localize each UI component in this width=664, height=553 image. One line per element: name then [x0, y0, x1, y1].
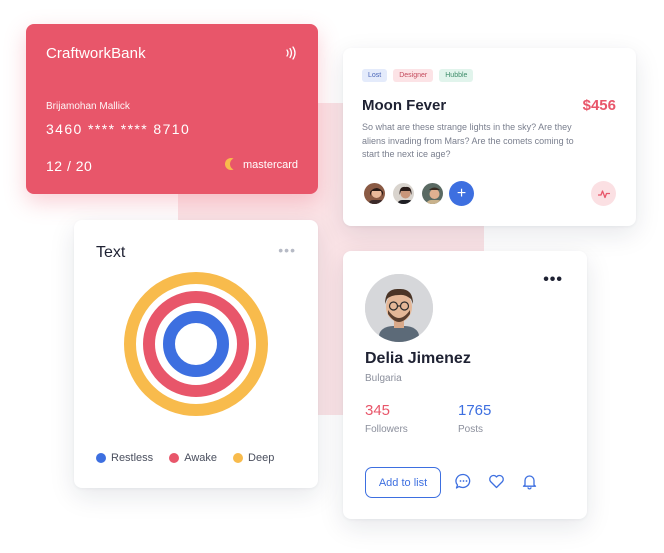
profile-country: Bulgaria — [365, 373, 402, 384]
card-expiry: 12 / 20 — [46, 158, 93, 174]
member-avatar[interactable] — [362, 181, 387, 206]
card-holder-name: Brijamohan Mallick — [46, 101, 130, 112]
price: $456 — [582, 97, 616, 114]
chart-legend: Restless Awake Deep — [96, 452, 274, 464]
stat-label: Posts — [458, 424, 484, 435]
legend-item-deep: Deep — [233, 452, 274, 464]
card-network: mastercard — [225, 158, 298, 172]
stat-followers: 345 Followers — [365, 402, 408, 435]
card-network-label: mastercard — [243, 159, 299, 171]
ring-restless — [163, 311, 229, 377]
tag-lost[interactable]: Lost — [362, 69, 388, 82]
add-member-button[interactable]: + — [449, 181, 474, 206]
profile-card: ••• Delia Jimenez Bulgaria 345 Followers… — [343, 251, 587, 519]
plus-icon: + — [456, 185, 467, 202]
legend-dot — [96, 453, 106, 463]
legend-dot — [233, 453, 244, 463]
bell-icon[interactable] — [521, 473, 538, 490]
bank-name: CraftworkBank — [46, 45, 146, 62]
profile-name: Delia Jimenez — [365, 350, 471, 367]
more-dots-icon[interactable]: ••• — [543, 271, 563, 289]
tag-designer[interactable]: Designer — [393, 69, 434, 82]
legend-dot — [169, 453, 180, 463]
member-avatars: + — [362, 181, 474, 206]
stat-posts: 1765 Posts — [458, 402, 491, 435]
concentric-rings-chart — [124, 272, 268, 416]
pulse-icon — [597, 189, 610, 198]
more-dots-icon[interactable]: ••• — [278, 242, 296, 258]
mastercard-logo-icon — [225, 158, 242, 172]
tag-list: Lost Designer Hubble — [362, 69, 474, 82]
avatar[interactable] — [365, 274, 433, 342]
member-avatar[interactable] — [391, 181, 416, 206]
rings-chart-card: Text ••• Restless Awake Deep — [74, 220, 318, 488]
stat-label: Followers — [365, 424, 408, 435]
chat-icon[interactable] — [455, 473, 472, 490]
legend-item-awake: Awake — [169, 452, 217, 464]
heart-icon[interactable] — [488, 473, 505, 490]
card-title: Text — [96, 244, 126, 261]
tag-hubble[interactable]: Hubble — [439, 69, 474, 82]
card-description: So what are these strange lights in the … — [362, 122, 574, 159]
moon-fever-card: Lost Designer Hubble Moon Fever $456 So … — [343, 48, 636, 226]
legend-label: Restless — [111, 452, 154, 464]
legend-label: Awake — [184, 452, 218, 464]
legend-label: Deep — [248, 452, 275, 464]
member-avatar[interactable] — [420, 181, 445, 206]
stat-value: 1765 — [458, 402, 492, 419]
bank-card[interactable]: CraftworkBank Brijamohan Mallick 3460 **… — [26, 24, 318, 194]
stat-value: 345 — [365, 402, 391, 419]
card-number: 3460 **** **** 8710 — [46, 121, 191, 137]
add-to-list-button[interactable]: Add to list — [365, 467, 441, 498]
legend-item-restless: Restless — [96, 452, 153, 464]
card-title: Moon Fever — [362, 97, 447, 114]
contactless-icon — [286, 46, 296, 60]
activity-button[interactable] — [591, 181, 616, 206]
